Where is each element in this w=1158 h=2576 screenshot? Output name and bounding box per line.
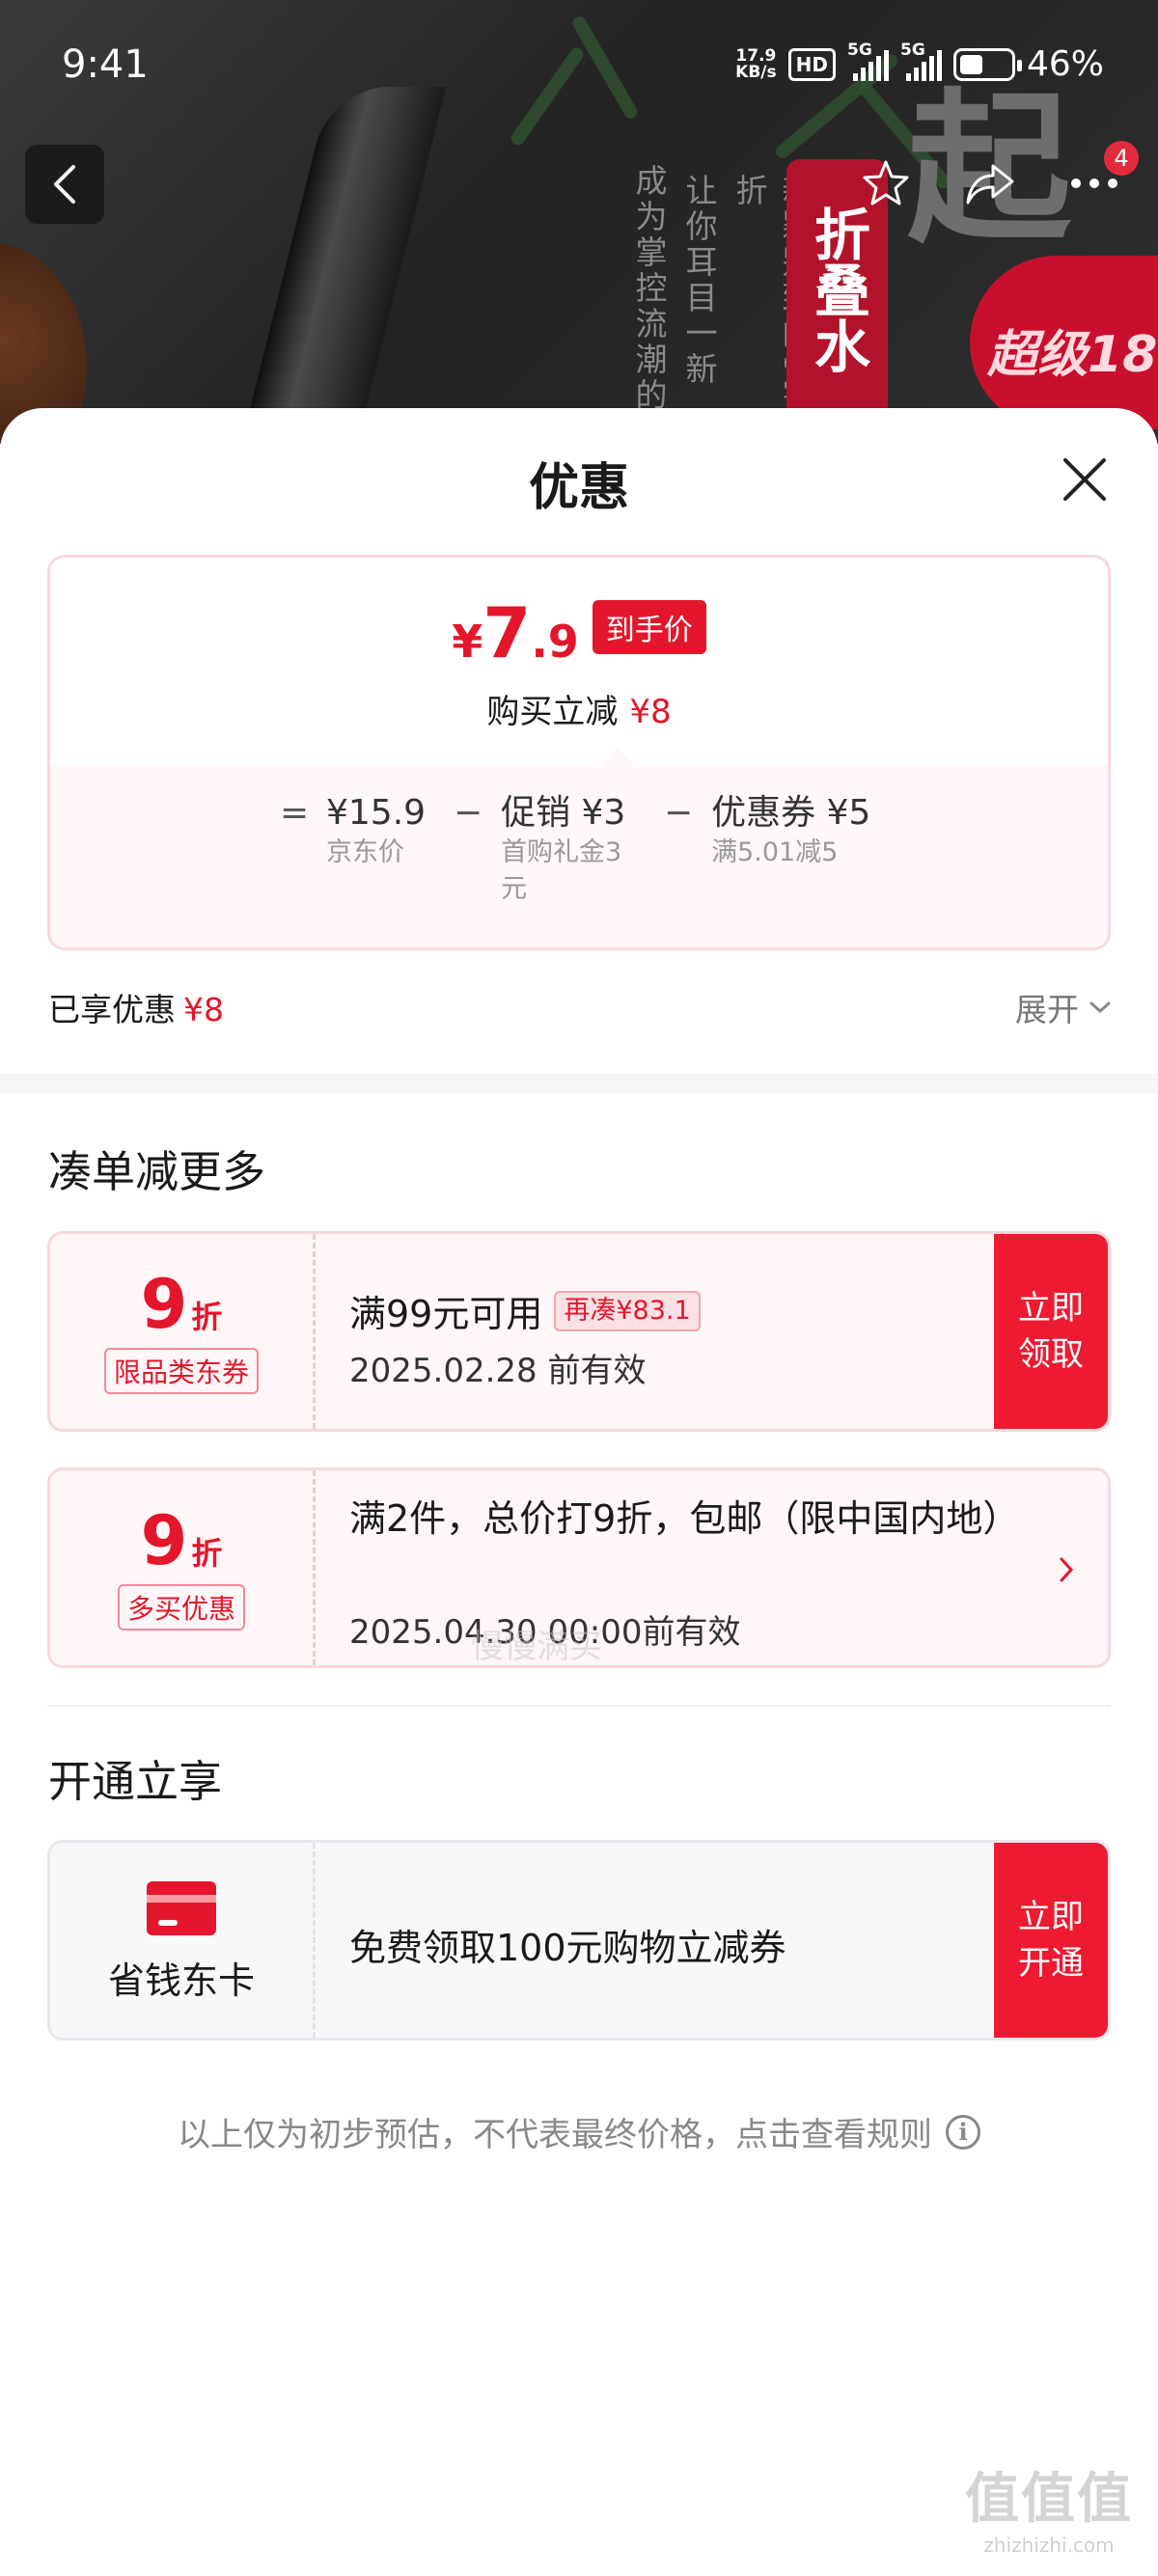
expand-button[interactable]: 展开 — [1015, 984, 1112, 1030]
battery-icon — [952, 47, 1022, 81]
final-price: ¥ 7 .9 — [452, 598, 579, 668]
favorite-button[interactable] — [857, 154, 915, 212]
product-blade-image — [229, 87, 447, 444]
message-count-badge: 4 — [1104, 141, 1139, 176]
watermark-logo: 值值值 — [965, 2468, 1133, 2531]
close-icon — [1063, 458, 1106, 501]
instant-reduction: 购买立减 ¥8 — [50, 685, 1108, 732]
discount-sheet: 优惠 ¥ 7 .9 到手价 购买立减 ¥8 = ¥15.9 京东价 − 促销 ¥… — [0, 408, 1158, 2576]
final-price-section: ¥ 7 .9 到手价 购买立减 ¥8 — [50, 558, 1108, 765]
bg-slogan-1: 成为掌控流潮的 — [630, 164, 668, 414]
signal-label: 5G — [899, 40, 925, 60]
jd-price-term: ¥15.9 京东价 — [326, 792, 426, 871]
hd-voice-icon: HD — [787, 47, 836, 81]
expand-label: 展开 — [1015, 991, 1079, 1028]
nav-actions: 4 — [857, 141, 1139, 212]
enjoyed-discount: 已享优惠 ¥8 — [48, 984, 224, 1030]
coupon-term: 优惠券 ¥5 满5.01减5 — [711, 792, 870, 871]
final-price-decimal: .9 — [531, 616, 579, 668]
member-card-benefit: 免费领取100元购物立减券 — [349, 1927, 786, 1969]
coupon-condition-text: 满99元可用 — [349, 1293, 543, 1335]
section-divider — [0, 1074, 1158, 1093]
signal-icon: 5G — [847, 41, 889, 81]
share-button[interactable] — [961, 154, 1019, 212]
sheet-title: 优惠 — [528, 459, 629, 517]
jd-price-label: 京东价 — [326, 837, 404, 867]
coupon-expiry: 2025.02.28 前有效 — [349, 1352, 647, 1390]
more-dots-icon — [1071, 178, 1117, 188]
claim-coupon-button[interactable]: 立即领取 — [994, 1234, 1108, 1429]
price-summary-card: ¥ 7 .9 到手价 购买立减 ¥8 = ¥15.9 京东价 − 促销 ¥3 首… — [47, 555, 1111, 950]
section-title-open: 开通立享 — [48, 1756, 223, 1807]
coupon-discount: 9折 — [50, 1271, 313, 1338]
enjoyed-label: 已享优惠 — [48, 991, 176, 1028]
bg-slogan-2: 让你耳目一新 — [680, 174, 718, 388]
minus-sign: − — [453, 793, 483, 833]
final-price-tag: 到手价 — [592, 600, 706, 654]
bg-promo-badge: 超级18 — [970, 256, 1158, 429]
coupon-discount-panel: 9折 限品类东券 — [50, 1234, 316, 1429]
coupon-card: 9折 限品类东券 满99元可用 再凑¥83.1 2025.02.28 前有效 立… — [47, 1231, 1111, 1432]
battery-level-fill — [959, 54, 982, 74]
coupon-type-tag: 多买优惠 — [117, 1584, 245, 1631]
battery-percent: 46% — [1026, 44, 1104, 84]
currency-symbol: ¥ — [452, 616, 483, 668]
member-card-name: 省钱东卡 — [107, 1959, 255, 2002]
final-price-integer: 7 — [482, 592, 532, 673]
coupon-type-tag: 限品类东券 — [103, 1348, 259, 1394]
share-icon — [966, 164, 1014, 205]
minus-sign: − — [663, 793, 694, 833]
signal-label: 5G — [846, 40, 872, 60]
equals-sign: = — [280, 793, 310, 833]
coupon-detail: 满5.01减5 — [711, 837, 839, 867]
coupon-amount: 优惠券 ¥5 — [711, 793, 871, 833]
reduction-amount: ¥8 — [629, 693, 672, 731]
chevron-left-icon — [54, 165, 75, 204]
network-speed: 17.9 KB/s — [735, 45, 777, 82]
chevron-right-icon — [1058, 1555, 1075, 1588]
section-title-more: 凑单减更多 — [48, 1146, 266, 1197]
footnote-text: 以上仅为初步预估，不代表最终价格，点击查看规则 — [178, 2116, 932, 2154]
promo-detail: 首购礼金3元 — [501, 837, 622, 904]
star-icon — [863, 160, 909, 206]
credit-card-icon — [147, 1881, 216, 1935]
more-button[interactable]: 4 — [1065, 141, 1139, 212]
member-card-offer: 省钱东卡 免费领取100元购物立减券 立即开通 — [47, 1840, 1111, 2041]
final-price-row: ¥ 7 .9 到手价 — [50, 598, 1108, 668]
network-speed-value: 17.9 — [735, 45, 777, 66]
network-speed-unit: KB/s — [735, 62, 777, 82]
price-formula: = ¥15.9 京东价 − 促销 ¥3 首购礼金3元 − 优惠券 ¥5 满5.0… — [280, 792, 880, 908]
discount-value: 9 — [140, 1265, 188, 1344]
site-watermark: 值值值 zhizhizhi.com — [965, 2455, 1133, 2557]
reduction-label: 购买立减 — [486, 693, 619, 731]
member-card-panel: 省钱东卡 — [50, 1843, 316, 2038]
promo-amount: 促销 ¥3 — [501, 793, 626, 833]
coupon-condition-text: 满2件，总价打9折，包邮（限中国内地） — [349, 1497, 1020, 1540]
section-divider — [47, 1705, 1111, 1707]
coupon-condition: 满99元可用 再凑¥83.1 — [349, 1284, 701, 1337]
signal-icon: 5G — [900, 41, 942, 81]
coupon-discount-panel: 9折 多买优惠 — [50, 1470, 316, 1665]
coupon-discount: 9折 — [50, 1507, 313, 1575]
back-button[interactable] — [25, 145, 104, 224]
chevron-down-icon — [1089, 1001, 1111, 1014]
status-bar: 9:41 17.9 KB/s HD 5G 5G 46% — [0, 0, 1158, 135]
price-formula-section: = ¥15.9 京东价 − 促销 ¥3 首购礼金3元 − 优惠券 ¥5 满5.0… — [50, 748, 1108, 947]
status-time: 9:41 — [62, 42, 149, 87]
jd-price: ¥15.9 — [326, 793, 427, 833]
close-button[interactable] — [1056, 451, 1114, 508]
discount-unit: 折 — [191, 1299, 223, 1335]
add-more-badge: 再凑¥83.1 — [554, 1290, 701, 1331]
price-rules-link[interactable]: 以上仅为初步预估，不代表最终价格，点击查看规则 i — [0, 2108, 1158, 2155]
discount-value: 9 — [140, 1501, 188, 1580]
enjoyed-amount: ¥8 — [183, 991, 224, 1028]
discount-unit: 折 — [191, 1535, 223, 1572]
watermark-text: 慢慢满买 — [471, 1628, 602, 1666]
watermark-url: zhizhizhi.com — [983, 2534, 1115, 2557]
status-icons: 17.9 KB/s HD 5G 5G 46% — [735, 41, 1104, 85]
info-icon: i — [946, 2114, 980, 2150]
open-membership-button[interactable]: 立即开通 — [994, 1843, 1108, 2038]
promo-term: 促销 ¥3 首购礼金3元 — [501, 792, 636, 908]
